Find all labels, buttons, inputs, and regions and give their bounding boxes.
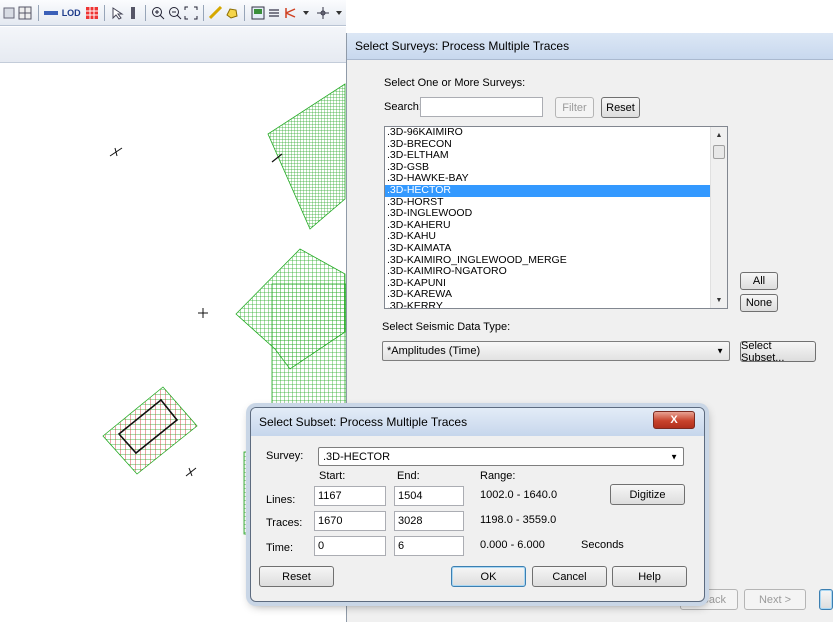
cursor-tool-icon[interactable] [283,5,297,21]
map-header-strip [0,27,346,63]
select-arrow-icon[interactable] [110,5,124,21]
measure-ruler-icon[interactable] [209,5,223,21]
well-marker [198,308,208,318]
traces-start-input[interactable]: 1670 [314,511,386,531]
data-type-value: *Amplitudes (Time) [387,345,481,357]
survey-list-item[interactable]: .3D-INGLEWOOD [385,208,710,220]
subset-body: Survey: .3D-HECTOR ▼ Start: End: Range: … [251,436,704,601]
filter-button[interactable]: Filter [555,97,594,118]
zoom-in-icon[interactable] [151,5,165,21]
map-toolbar: LOD [0,0,346,26]
toolbar-divider [37,4,39,21]
survey-list-item[interactable]: .3D-HECTOR [385,184,710,197]
lod-button[interactable]: LOD [60,8,83,18]
well-marker [185,467,197,477]
toolbar-divider [203,4,204,21]
survey-value: .3D-HECTOR [323,450,391,463]
survey-list-item[interactable]: .3D-KERRY [385,300,710,308]
survey-list-item[interactable]: .3D-KAIMIRO-NGATORO [385,266,710,278]
crosshair-tool-icon[interactable] [315,5,329,21]
traces-range: 1198.0 - 3559.0 [480,514,557,526]
zoom-out-icon[interactable] [168,5,182,21]
select-subset-dialog: Select Subset: Process Multiple Traces X… [250,407,705,602]
select-all-button[interactable]: All [740,272,778,290]
zoom-extents-icon[interactable] [184,5,198,21]
survey-dropdown[interactable]: .3D-HECTOR ▼ [318,447,684,466]
reset-search-button[interactable]: Reset [601,97,640,118]
polygon-icon[interactable] [225,5,239,21]
dropdown-arrow-icon[interactable] [332,5,346,21]
map-view-icon[interactable] [250,5,264,21]
data-type-dropdown[interactable]: *Amplitudes (Time) ▼ [382,341,730,361]
close-icon: X [670,414,678,426]
time-unit: Seconds [581,539,624,551]
close-button[interactable]: X [653,411,695,429]
survey-list-item[interactable]: .3D-KAIMATA [385,242,710,255]
survey-list-item[interactable]: .3D-96KAIMIRO [385,127,710,139]
cancel-button[interactable]: Cancel [532,566,607,587]
scale-bar-icon[interactable] [43,5,58,21]
digitize-button[interactable]: Digitize [610,484,685,505]
toolbar-divider [145,4,147,21]
traces-label: Traces: [266,517,303,529]
layer-icon[interactable] [2,5,16,21]
next-button[interactable]: Next > [744,589,806,610]
toolbar-divider [244,4,246,21]
select-surveys-label: Select One or More Surveys: [384,77,526,89]
time-range: 0.000 - 6.000 [480,539,545,551]
time-end-input[interactable]: 6 [394,536,464,556]
search-input[interactable] [420,97,543,117]
data-type-label: Select Seismic Data Type: [382,321,511,333]
finish-button[interactable] [819,589,833,610]
scroll-up-icon[interactable]: ▲ [711,127,727,143]
grid-color-icon[interactable] [85,5,99,21]
time-label: Time: [266,542,294,554]
lines-start-input[interactable]: 1167 [314,486,386,506]
layers-stack-icon[interactable] [267,5,281,21]
survey-listbox[interactable]: .3D-96KAIMIRO .3D-BRECON .3D-ELTHAM .3D-GSB… [384,126,728,309]
lines-end-input[interactable]: 1504 [394,486,464,506]
survey-label: Survey: [266,450,304,462]
help-button[interactable]: Help [612,566,687,587]
chevron-down-icon: ▼ [670,452,678,461]
window-title: Select Surveys: Process Multiple Traces [347,33,833,60]
scroll-thumb[interactable] [713,145,725,159]
reset-button[interactable]: Reset [259,566,334,587]
select-none-button[interactable]: None [740,294,778,312]
lines-range: 1002.0 - 1640.0 [480,489,558,501]
lines-label: Lines: [266,494,296,506]
survey-list-items: .3D-96KAIMIRO .3D-BRECON .3D-ELTHAM .3D-GSB… [385,127,710,308]
grid-toggle-icon[interactable] [18,5,32,21]
dialog-title: Select Subset: Process Multiple Traces [251,408,704,436]
time-start-input[interactable]: 0 [314,536,386,556]
chevron-down-icon: ▼ [716,346,724,356]
survey-list-item[interactable]: .3D-ELTHAM [385,150,710,162]
select-subset-button[interactable]: Select Subset... [740,340,816,364]
start-column-header: Start: [319,470,346,482]
well-marker [109,147,123,157]
bar-icon[interactable] [126,5,140,21]
search-label: Search: [384,101,422,113]
scroll-down-icon[interactable]: ▼ [711,292,727,308]
toolbar-divider [103,4,105,21]
range-column-header: Range: [480,470,516,482]
survey-list-scrollbar[interactable]: ▲ ▼ [710,127,727,308]
survey-outline-hector [102,386,198,475]
dropdown-arrow-icon[interactable] [299,5,313,21]
traces-end-input[interactable]: 3028 [394,511,464,531]
ok-button[interactable]: OK [451,566,526,587]
end-column-header: End: [397,470,420,482]
